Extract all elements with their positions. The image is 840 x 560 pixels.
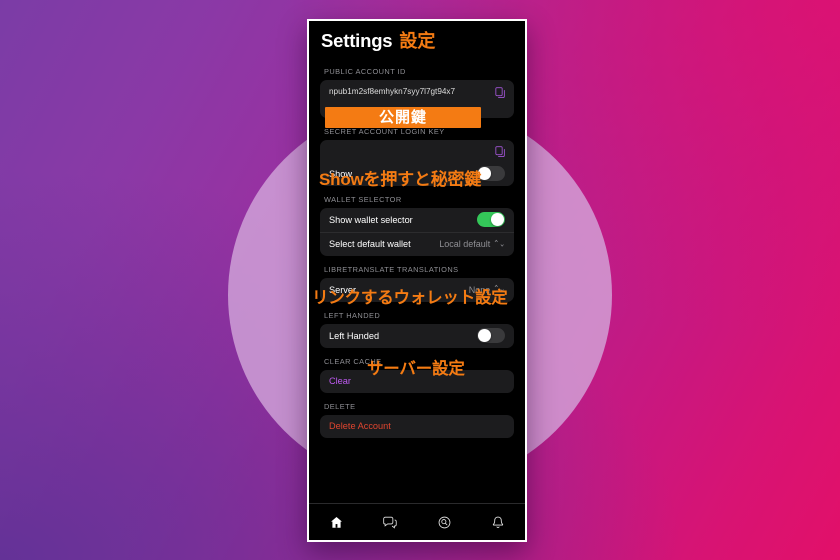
card-clear-cache: Clear xyxy=(320,369,514,393)
tab-search[interactable] xyxy=(417,504,471,540)
show-wallet-selector-label: Show wallet selector xyxy=(329,214,413,225)
clear-cache-row[interactable]: Clear xyxy=(320,370,514,393)
left-handed-row[interactable]: Left Handed xyxy=(320,324,514,348)
section-label-delete: DELETE xyxy=(324,401,356,411)
secret-login-key-value xyxy=(329,145,495,156)
card-secret-login-key: Show xyxy=(320,139,514,186)
notifications-bell-icon xyxy=(492,516,504,529)
section-label-clear-cache: CLEAR CACHE xyxy=(324,356,382,366)
delete-account-button[interactable]: Delete Account xyxy=(329,421,391,431)
phone-screen: Settings 設定 PUBLIC ACCOUNT ID npub1m2sf8… xyxy=(309,21,525,540)
copy-icon[interactable] xyxy=(495,86,506,99)
show-secret-key-label: Show xyxy=(329,168,352,179)
section-label-libretranslate: LIBRETRANSLATE TRANSLATIONS xyxy=(324,264,459,274)
section-label-secret-login-key: SECRET ACCOUNT LOGIN KEY xyxy=(324,126,445,136)
page-title: Settings 設定 xyxy=(309,21,525,58)
show-secret-key-row[interactable]: Show xyxy=(320,162,514,186)
chevron-updown-icon: ⌃⌄ xyxy=(493,285,505,294)
clear-cache-button[interactable]: Clear xyxy=(329,376,351,386)
card-delete: Delete Account xyxy=(320,414,514,438)
left-handed-label: Left Handed xyxy=(329,330,380,341)
messages-icon xyxy=(383,516,397,529)
page-title-en: Settings xyxy=(321,30,393,51)
libretranslate-server-row[interactable]: Server None ⌃⌄ xyxy=(320,278,514,302)
copy-icon[interactable] xyxy=(495,145,506,158)
left-handed-toggle[interactable] xyxy=(477,327,505,344)
secret-login-key-row[interactable] xyxy=(320,140,514,162)
tab-notifications[interactable] xyxy=(471,504,525,540)
libretranslate-server-value-group[interactable]: None ⌃⌄ xyxy=(469,285,505,295)
card-left-handed: Left Handed xyxy=(320,323,514,348)
card-libretranslate: Server None ⌃⌄ xyxy=(320,277,514,302)
card-public-account-id: npub1m2sf8emhykn7syy7l7gt94x7 xyxy=(320,79,514,118)
section-label-left-handed: LEFT HANDED xyxy=(324,310,381,320)
card-wallet-selector: Show wallet selector Select default wall… xyxy=(320,207,514,256)
libretranslate-server-value: None xyxy=(468,284,491,295)
show-wallet-selector-row[interactable]: Show wallet selector xyxy=(320,208,514,232)
delete-account-row[interactable]: Delete Account xyxy=(320,415,514,438)
select-default-wallet-label: Select default wallet xyxy=(329,239,411,249)
tab-messages[interactable] xyxy=(363,504,417,540)
screenshot-stage: Settings 設定 PUBLIC ACCOUNT ID npub1m2sf8… xyxy=(0,0,840,560)
bottom-tab-bar xyxy=(309,503,525,540)
toggle-knob xyxy=(478,167,492,180)
home-icon xyxy=(330,516,343,529)
show-secret-key-toggle[interactable] xyxy=(477,165,505,182)
tab-home[interactable] xyxy=(309,504,363,540)
section-label-public-account-id: PUBLIC ACCOUNT ID xyxy=(324,66,406,76)
select-default-wallet-row[interactable]: Select default wallet Local default ⌃⌄ xyxy=(320,231,514,256)
toggle-knob xyxy=(478,329,492,342)
settings-list: PUBLIC ACCOUNT ID npub1m2sf8emhykn7syy7l… xyxy=(309,67,525,438)
section-label-wallet-selector: WALLET SELECTOR xyxy=(324,194,402,204)
public-account-id-value: npub1m2sf8emhykn7syy7l7gt94x7 xyxy=(329,86,456,96)
public-account-id-row[interactable]: npub1m2sf8emhykn7syy7l7gt94x7 xyxy=(320,80,514,118)
search-icon xyxy=(438,516,451,529)
phone-frame: Settings 設定 PUBLIC ACCOUNT ID npub1m2sf8… xyxy=(307,19,527,542)
page-title-jp: 設定 xyxy=(399,31,436,51)
chevron-updown-icon: ⌃⌄ xyxy=(493,239,505,249)
select-default-wallet-value: Local default xyxy=(439,239,491,249)
toggle-knob xyxy=(490,213,504,226)
select-default-wallet-value-group[interactable]: Local default ⌃⌄ xyxy=(439,239,505,249)
show-wallet-selector-toggle[interactable] xyxy=(477,211,505,228)
libretranslate-server-label: Server xyxy=(329,284,357,295)
